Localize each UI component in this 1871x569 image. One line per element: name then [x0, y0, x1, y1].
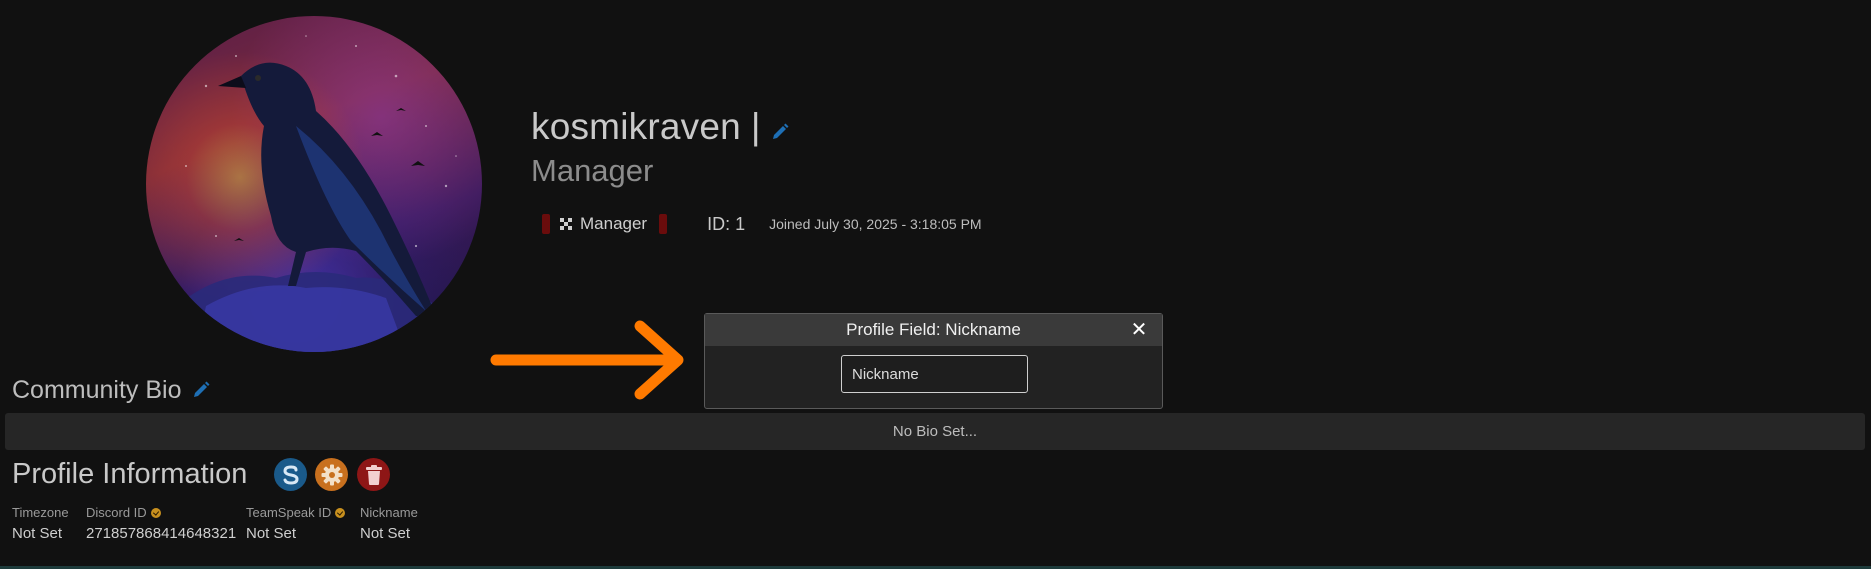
- field-teamspeak-id: TeamSpeak ID Not Set: [246, 505, 346, 542]
- field-value: Not Set: [360, 525, 411, 542]
- field-label: TeamSpeak ID: [246, 505, 332, 520]
- username-separator: |: [750, 106, 761, 147]
- username-text: kosmikraven: [531, 106, 741, 147]
- profile-information-title: Profile Information: [12, 458, 248, 490]
- delete-button[interactable]: [357, 458, 390, 491]
- field-label-row: Discord ID: [86, 505, 236, 520]
- arrow-right-icon: [490, 318, 690, 407]
- settings-button[interactable]: [315, 458, 348, 491]
- profile-meta-row: Manager ID: 1 Joined July 30, 2025 - 3:1…: [532, 212, 982, 236]
- pencil-icon[interactable]: [771, 108, 789, 150]
- steam-button[interactable]: [274, 458, 307, 491]
- field-label-row: TeamSpeak ID: [246, 505, 346, 520]
- joined-date: Joined July 30, 2025 - 3:18:05 PM: [769, 216, 982, 232]
- raven-illustration: [156, 35, 466, 352]
- role-title: Manager: [531, 153, 654, 188]
- community-bio-title: Community Bio: [12, 376, 182, 404]
- username-heading: kosmikraven |: [531, 106, 789, 150]
- field-value: Not Set: [246, 525, 297, 542]
- steam-icon: [282, 464, 299, 485]
- community-bio-heading: Community Bio: [12, 376, 210, 406]
- pencil-icon[interactable]: [192, 377, 210, 406]
- role-badge-label: Manager: [580, 214, 648, 233]
- field-nickname: Nickname Not Set: [360, 505, 418, 542]
- verified-icon: [150, 507, 161, 518]
- modal-header: Profile Field: Nickname ✕: [705, 314, 1162, 346]
- verified-icon: [335, 507, 346, 518]
- profile-field-modal: Profile Field: Nickname ✕: [704, 313, 1163, 409]
- field-value: Not Set: [12, 525, 63, 542]
- profile-avatar: [146, 16, 482, 352]
- bio-content: No Bio Set...: [5, 413, 1865, 450]
- field-timezone: Timezone Not Set: [12, 505, 69, 542]
- close-icon[interactable]: ✕: [1128, 318, 1150, 341]
- badge-bracket-right: [659, 214, 668, 234]
- field-label: Nickname: [360, 505, 418, 520]
- nickname-input[interactable]: [841, 355, 1028, 393]
- gear-icon: [321, 464, 342, 485]
- field-label: Discord ID: [86, 505, 147, 520]
- badge-bracket-left: [542, 214, 550, 234]
- modal-title: Profile Field: Nickname: [846, 320, 1021, 339]
- field-label: Timezone: [12, 505, 69, 520]
- field-value: 271857868414648321: [86, 525, 237, 542]
- user-id: ID: 1: [707, 213, 746, 234]
- badge-icon: [560, 218, 572, 230]
- role-badge: Manager: [532, 213, 678, 235]
- field-discord-id: Discord ID 271857868414648321: [86, 505, 236, 542]
- trash-icon: [365, 464, 382, 485]
